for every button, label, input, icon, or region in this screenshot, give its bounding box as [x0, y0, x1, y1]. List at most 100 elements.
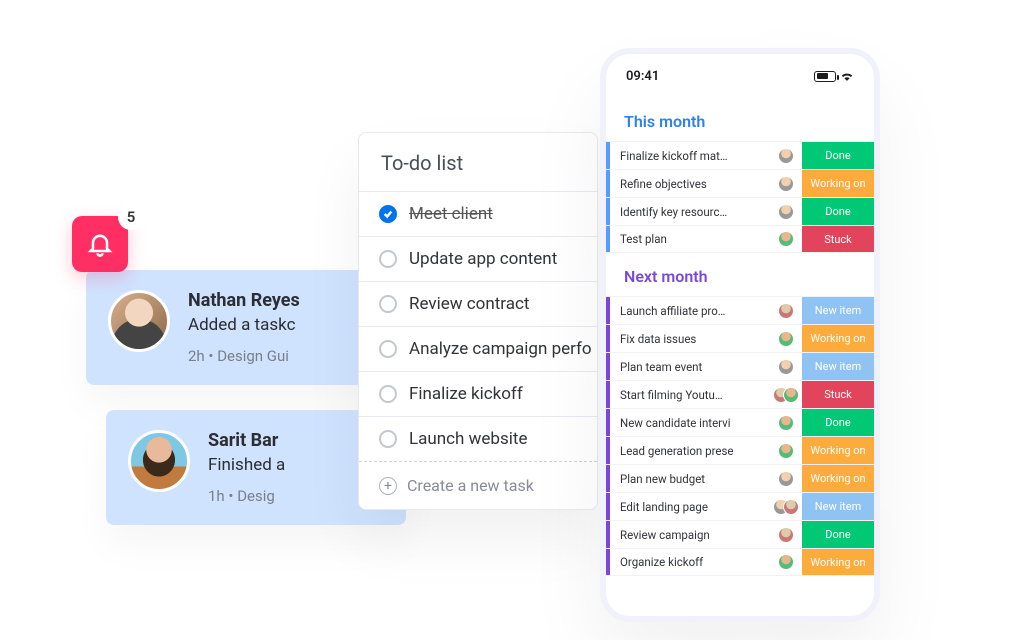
todo-item[interactable]: Update app content — [359, 236, 597, 281]
notif-name: Sarit Bar — [208, 430, 285, 451]
task-name: New candidate intervi — [610, 409, 770, 436]
create-task-label: Create a new task — [407, 476, 534, 495]
todo-label: Analyze campaign perfo — [409, 339, 592, 359]
wifi-icon — [840, 71, 854, 82]
task-name: Lead generation prese — [610, 437, 770, 464]
todo-label: Review contract — [409, 294, 529, 314]
avatar — [783, 387, 799, 403]
task-row[interactable]: New candidate intervi Done — [606, 408, 874, 436]
status-badge[interactable]: Stuck — [802, 381, 874, 408]
checkbox-icon[interactable] — [379, 430, 397, 448]
todo-label: Meet client — [409, 204, 493, 224]
people-cell[interactable] — [770, 381, 802, 408]
checkbox-icon[interactable] — [379, 385, 397, 403]
plus-icon: + — [379, 477, 397, 495]
avatar — [778, 359, 794, 375]
status-badge[interactable]: Working on — [802, 325, 874, 352]
people-cell[interactable] — [770, 325, 802, 352]
todo-item[interactable]: Review contract — [359, 281, 597, 326]
task-row[interactable]: Identify key resourc… Done — [606, 197, 874, 225]
task-row[interactable]: Plan new budget Working on — [606, 464, 874, 492]
task-name: Identify key resourc… — [610, 198, 770, 225]
status-badge[interactable]: Done — [802, 521, 874, 548]
status-badge[interactable]: Done — [802, 198, 874, 225]
people-cell[interactable] — [770, 521, 802, 548]
task-row[interactable]: Launch affiliate pro… New item — [606, 296, 874, 324]
notif-meta: 1h • Desig — [208, 487, 285, 505]
section-next-month: Next month — [606, 253, 874, 296]
task-row[interactable]: Review campaignDone — [606, 520, 874, 548]
checkbox-icon[interactable] — [379, 250, 397, 268]
task-row[interactable]: Edit landing page New item — [606, 492, 874, 520]
status-badge[interactable]: New item — [802, 353, 874, 380]
phone-frame: 09:41 This month Finalize kickoff mat…Do… — [600, 48, 880, 622]
task-row[interactable]: Test plan Stuck — [606, 225, 874, 253]
todo-item[interactable]: Launch website — [359, 416, 597, 461]
task-row[interactable]: Lead generation prese Working on — [606, 436, 874, 464]
bell-icon — [86, 230, 114, 258]
task-row[interactable]: Organize kickoff Working on — [606, 548, 874, 576]
task-row[interactable]: Fix data issues Working on — [606, 324, 874, 352]
status-bar: 09:41 — [606, 54, 874, 98]
avatar — [778, 554, 794, 570]
todo-item[interactable]: Meet client — [359, 191, 597, 236]
status-badge[interactable]: Working on — [802, 465, 874, 492]
checkbox-icon[interactable] — [379, 340, 397, 358]
todo-item[interactable]: Finalize kickoff — [359, 371, 597, 416]
avatar — [778, 303, 794, 319]
people-cell[interactable] — [770, 170, 802, 197]
task-row[interactable]: Start filming Youtu… Stuck — [606, 380, 874, 408]
status-badge[interactable]: Done — [802, 142, 874, 169]
task-row[interactable]: Plan team event New item — [606, 352, 874, 380]
notification-card[interactable]: Nathan Reyes Added a taskc 2h • Design G… — [86, 270, 386, 385]
notif-line: Finished a — [208, 455, 285, 475]
notification-bell[interactable]: 5 — [72, 216, 128, 272]
avatar — [128, 430, 190, 492]
todo-label: Finalize kickoff — [409, 384, 523, 404]
people-cell[interactable] — [770, 198, 802, 225]
notif-meta: 2h • Design Gui — [188, 347, 300, 365]
status-badge[interactable]: Working on — [802, 170, 874, 197]
people-cell[interactable] — [770, 142, 802, 169]
people-cell[interactable] — [770, 549, 802, 575]
people-cell[interactable] — [770, 493, 802, 520]
time: 09:41 — [626, 69, 659, 84]
people-cell[interactable] — [770, 465, 802, 492]
status-badge[interactable]: Working on — [802, 437, 874, 464]
status-badge[interactable]: Done — [802, 409, 874, 436]
task-name: Fix data issues — [610, 325, 770, 352]
task-row[interactable]: Finalize kickoff mat…Done — [606, 141, 874, 169]
todo-card: To-do list Meet client Update app content… — [358, 132, 598, 510]
task-name: Plan team event — [610, 353, 770, 380]
task-name: Start filming Youtu… — [610, 381, 770, 408]
section-this-month: This month — [606, 98, 874, 141]
people-cell[interactable] — [770, 437, 802, 464]
avatar — [778, 204, 794, 220]
status-badge[interactable]: Stuck — [802, 226, 874, 252]
people-cell[interactable] — [770, 353, 802, 380]
notif-line: Added a taskc — [188, 315, 300, 335]
todo-item[interactable]: Analyze campaign perfo — [359, 326, 597, 371]
avatar — [778, 331, 794, 347]
task-name: Plan new budget — [610, 465, 770, 492]
todo-title: To-do list — [359, 133, 597, 191]
avatar — [778, 527, 794, 543]
avatar — [778, 415, 794, 431]
todo-label: Update app content — [409, 249, 557, 269]
avatar — [778, 148, 794, 164]
status-badge[interactable]: New item — [802, 493, 874, 520]
task-name: Edit landing page — [610, 493, 770, 520]
task-name: Organize kickoff — [610, 549, 770, 575]
task-row[interactable]: Refine objectivesWorking on — [606, 169, 874, 197]
avatar — [108, 290, 170, 352]
people-cell[interactable] — [770, 297, 802, 324]
checkbox-icon[interactable] — [379, 295, 397, 313]
checkbox-icon[interactable] — [379, 205, 397, 223]
task-name: Launch affiliate pro… — [610, 297, 770, 324]
status-badge[interactable]: Working on — [802, 549, 874, 575]
people-cell[interactable] — [770, 409, 802, 436]
people-cell[interactable] — [770, 226, 802, 252]
status-badge[interactable]: New item — [802, 297, 874, 324]
task-name: Test plan — [610, 226, 770, 252]
create-task[interactable]: + Create a new task — [359, 461, 597, 509]
